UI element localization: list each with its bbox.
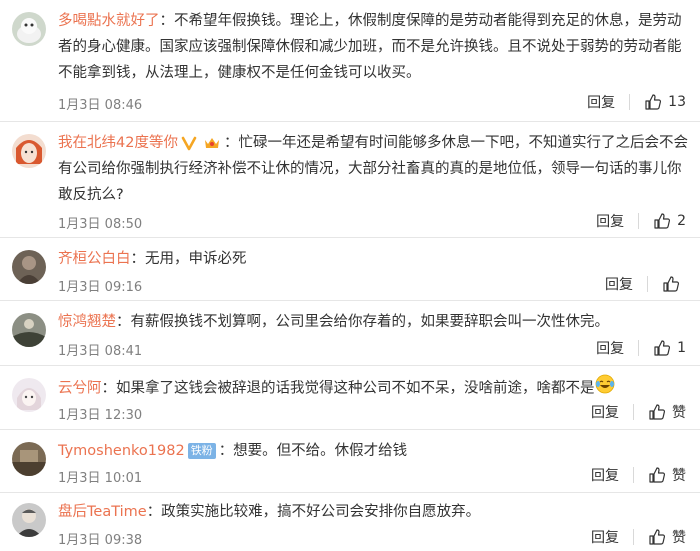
divider — [633, 467, 634, 483]
reply-button[interactable]: 回复 — [587, 92, 615, 112]
like-label: 赞 — [672, 468, 686, 484]
avatar[interactable] — [12, 313, 46, 347]
comment-item: 多喝點水就好了：不希望年假换钱。理论上，休假制度保障的是劳动者能得到充足的休息，… — [0, 0, 700, 122]
divider — [638, 213, 640, 229]
reply-button[interactable]: 回复 — [596, 211, 624, 231]
comment-actions: 回复 1 — [596, 338, 686, 358]
avatar[interactable] — [12, 378, 46, 412]
comment-timestamp: 1月3日 09:16 — [58, 280, 143, 295]
reply-button[interactable]: 回复 — [605, 274, 633, 294]
comment-content: 盘后TeaTime：政策实施比较难，搞不好公司会安排你自愿放弃。 — [58, 499, 688, 525]
username-link[interactable]: 多喝點水就好了 — [58, 13, 160, 29]
like-button[interactable]: 赞 — [648, 402, 686, 422]
comment-text: ：想要。但不给。休假才给钱 — [218, 443, 408, 459]
comment-text: ：有薪假换钱不划算啊，公司里会给你存着的，如果要辞职会叫一次性休完。 — [116, 314, 609, 330]
like-label: 赞 — [672, 405, 686, 421]
comment-text: ：无用，申诉必死 — [130, 251, 247, 267]
comment-item: 云兮阿：如果拿了这钱会被辞退的话我觉得这种公司不如不呆，没啥前途，啥都不是 1月… — [0, 366, 700, 430]
username-link[interactable]: 惊鸿翘楚 — [58, 314, 116, 330]
comment-timestamp: 1月3日 09:38 — [58, 533, 143, 548]
vip-v-icon — [181, 135, 197, 151]
comment-timestamp: 1月3日 08:50 — [58, 217, 143, 232]
divider — [629, 94, 631, 110]
like-count: 2 — [677, 213, 686, 229]
like-button[interactable]: 赞 — [648, 527, 686, 547]
comment-content: 我在北纬42度等你 ：忙碌一年还是希望有时间能够多休息一下吧，不知道实行了之后会不… — [58, 130, 688, 208]
comment-text: ：政策实施比较难，搞不好公司会安排你自愿放弃。 — [146, 504, 481, 520]
comment-timestamp: 1月3日 08:46 — [58, 98, 143, 113]
like-button[interactable]: 1 — [653, 339, 686, 357]
comment-item: 齐桓公白白：无用，申诉必死 1月3日 09:16 回复 — [0, 238, 700, 301]
avatar[interactable] — [12, 442, 46, 476]
divider — [647, 276, 648, 292]
comment-actions: 回复 赞 — [591, 527, 686, 547]
comment-item: Tymoshenko1982 铁粉 ：想要。但不给。休假才给钱 1月3日 10:01… — [0, 430, 700, 493]
reply-button[interactable]: 回复 — [591, 465, 619, 485]
comment-timestamp: 1月3日 12:30 — [58, 408, 143, 423]
like-count: 1 — [677, 340, 686, 356]
username-link[interactable]: 云兮阿 — [58, 381, 102, 397]
comment-content: 惊鸿翘楚：有薪假换钱不划算啊，公司里会给你存着的，如果要辞职会叫一次性休完。 — [58, 309, 688, 335]
username-link[interactable]: Tymoshenko1982 — [58, 443, 185, 459]
reply-button[interactable]: 回复 — [591, 527, 619, 547]
comment-item: 我在北纬42度等你 ：忙碌一年还是希望有时间能够多休息一下吧，不知道实行了之后会不… — [0, 122, 700, 238]
like-button[interactable]: 2 — [653, 212, 686, 230]
thumbs-up-icon — [649, 404, 666, 420]
thumbs-up-icon — [654, 213, 671, 229]
comment-actions: 回复 — [605, 274, 686, 294]
comment-timestamp: 1月3日 08:41 — [58, 344, 143, 359]
username-link[interactable]: 我在北纬42度等你 — [58, 135, 178, 151]
comment-actions: 回复 13 — [587, 92, 686, 112]
thumbs-up-icon — [663, 276, 680, 292]
comment-content: 多喝點水就好了：不希望年假换钱。理论上，休假制度保障的是劳动者能得到充足的休息，… — [58, 8, 688, 86]
like-button[interactable]: 13 — [644, 93, 686, 111]
comment-item: 惊鸿翘楚：有薪假换钱不划算啊，公司里会给你存着的，如果要辞职会叫一次性休完。 1… — [0, 301, 700, 366]
avatar[interactable] — [12, 12, 46, 46]
like-button[interactable] — [662, 275, 686, 293]
avatar[interactable] — [12, 134, 46, 168]
reply-button[interactable]: 回复 — [596, 338, 624, 358]
comment-actions: 回复 赞 — [591, 465, 686, 485]
divider — [633, 404, 634, 420]
avatar[interactable] — [12, 250, 46, 284]
username-link[interactable]: 齐桓公白白 — [58, 251, 131, 267]
divider — [638, 340, 640, 356]
comment-timestamp: 1月3日 10:01 — [58, 471, 143, 486]
laughing-tears-emoji — [595, 374, 615, 403]
crown-badge-icon — [203, 135, 221, 151]
comment-content: 齐桓公白白：无用，申诉必死 — [58, 246, 688, 272]
comment-actions: 回复 赞 — [591, 402, 686, 422]
avatar[interactable] — [12, 503, 46, 537]
thumbs-up-icon — [649, 529, 666, 545]
divider — [633, 529, 634, 545]
comment-item: 盘后TeaTime：政策实施比较难，搞不好公司会安排你自愿放弃。 1月3日 09… — [0, 493, 700, 551]
thumbs-up-icon — [649, 467, 666, 483]
like-label: 赞 — [672, 530, 686, 546]
comment-content: 云兮阿：如果拿了这钱会被辞退的话我觉得这种公司不如不呆，没啥前途，啥都不是 — [58, 374, 688, 403]
comment-text: ：如果拿了这钱会被辞退的话我觉得这种公司不如不呆，没啥前途，啥都不是 — [101, 380, 595, 397]
thumbs-up-icon — [654, 340, 671, 356]
thumbs-up-icon — [645, 94, 662, 110]
reply-button[interactable]: 回复 — [591, 402, 619, 422]
fan-badge: 铁粉 — [187, 443, 216, 459]
username-link[interactable]: 盘后TeaTime — [58, 504, 147, 520]
like-button[interactable]: 赞 — [648, 465, 686, 485]
like-count: 13 — [668, 94, 686, 110]
comment-actions: 回复 2 — [596, 211, 686, 231]
comment-content: Tymoshenko1982 铁粉 ：想要。但不给。休假才给钱 — [58, 438, 688, 464]
